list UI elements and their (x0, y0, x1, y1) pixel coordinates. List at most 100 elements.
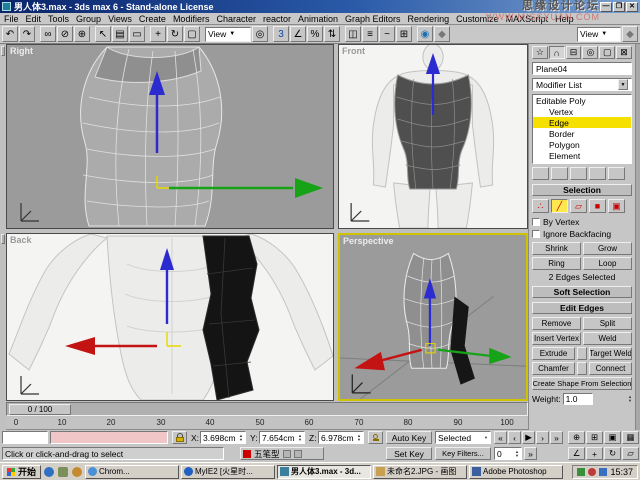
taskbar-task-chrome[interactable]: Chrom... (85, 465, 179, 479)
stack-item-element[interactable]: Element (533, 150, 631, 161)
quick-launch-media-icon[interactable] (71, 466, 83, 478)
ime-toolbar[interactable]: 五笔型 (240, 447, 324, 460)
menu-customize[interactable]: Customize (456, 14, 499, 24)
z-spinner[interactable]: ▲▼ (357, 434, 361, 442)
track-bar[interactable]: 0 10 20 30 40 50 60 70 80 90 100 (6, 417, 528, 430)
split-button[interactable]: Split (583, 317, 632, 330)
ring-button[interactable]: Ring (532, 257, 581, 270)
panel-scrollbar[interactable] (635, 44, 640, 430)
connect-button[interactable]: Connect (589, 362, 632, 375)
weight-field[interactable]: 1.0 (563, 393, 593, 405)
material-editor-icon[interactable]: ◉ (417, 26, 433, 42)
menu-modifiers[interactable]: Modifiers (173, 14, 210, 24)
viewport-front-label[interactable]: Front (342, 46, 365, 56)
selection-set-dropdown[interactable]: Selected ▼ (435, 431, 491, 444)
taskbar-clock[interactable]: 15:37 (610, 467, 633, 477)
viewport-back-label[interactable]: Back (10, 235, 32, 245)
element-subobject-icon[interactable]: ▣ (608, 199, 625, 213)
toolbar-handle[interactable] (1, 234, 5, 244)
remove-modifier-icon[interactable] (589, 167, 606, 180)
tab-display-icon[interactable]: ▢ (599, 46, 615, 59)
spinner-snap-icon[interactable]: ⇅ (324, 26, 340, 42)
chamfer-settings-icon[interactable] (577, 362, 587, 375)
zoom-extents-all-icon[interactable]: ▦ (622, 431, 639, 444)
show-end-result-icon[interactable] (551, 167, 568, 180)
tray-antivirus-icon[interactable] (577, 468, 585, 476)
selection-rollout-header[interactable]: Selection (532, 184, 632, 196)
pan-icon[interactable]: + (586, 447, 603, 460)
zoom-all-icon[interactable]: ⊞ (586, 431, 603, 444)
bind-to-space-warp-icon[interactable]: ⊕ (74, 26, 90, 42)
current-frame-field[interactable]: 0 ▲▼ (494, 447, 522, 460)
vertex-subobject-icon[interactable]: ∴ (532, 199, 549, 213)
minimize-button[interactable]: — (600, 2, 612, 12)
maxscript-mini-listener-pink[interactable] (50, 431, 168, 444)
soft-selection-rollout-header[interactable]: Soft Selection (532, 286, 632, 298)
shrink-button[interactable]: Shrink (532, 242, 581, 255)
taskbar-task-3dsmax[interactable]: 男人体3.max - 3d... (277, 465, 371, 479)
play-button[interactable]: ▶ (522, 431, 535, 444)
extrude-settings-icon[interactable] (577, 347, 587, 360)
taskbar-task-paint[interactable]: 未命名2.JPG - 画图 (373, 465, 467, 479)
stack-item-editable-poly[interactable]: Editable Poly (533, 95, 631, 106)
key-mode-toggle[interactable] (368, 431, 383, 444)
back-view-canvas[interactable] (7, 234, 333, 400)
configure-modifier-sets-icon[interactable] (608, 167, 625, 180)
ignore-backfacing-checkbox[interactable] (532, 230, 540, 238)
stack-item-edge[interactable]: Edge (533, 117, 631, 128)
taskbar-task-myie2[interactable]: MyIE2 [火星时... (181, 465, 275, 479)
menu-edit[interactable]: Edit (26, 14, 42, 24)
right-view-canvas[interactable] (7, 45, 333, 228)
next-frame-button[interactable]: › (536, 431, 549, 444)
quick-launch-browser-icon[interactable] (43, 466, 55, 478)
unlink-icon[interactable]: ⊘ (57, 26, 73, 42)
reference-coordinate-dropdown[interactable]: View ▼ (205, 27, 251, 42)
maxscript-mini-listener-white[interactable] (2, 431, 48, 444)
select-by-name-icon[interactable]: ▤ (112, 26, 128, 42)
viewport-back[interactable]: Back (6, 233, 334, 401)
x-coordinate-field[interactable]: 3.698cm ▲▼ (200, 431, 246, 444)
redo-icon[interactable]: ↷ (19, 26, 35, 42)
y-coordinate-field[interactable]: 7.654cm ▲▼ (259, 431, 305, 444)
auto-key-button[interactable]: Auto Key (386, 431, 432, 444)
modifier-list-dropdown[interactable]: Modifier List ▼ (532, 78, 632, 91)
set-key-button[interactable]: Set Key (386, 447, 432, 460)
y-spinner[interactable]: ▲▼ (298, 434, 302, 442)
maximize-button[interactable]: ❐ (613, 2, 625, 12)
tab-hierarchy-icon[interactable]: ⊟ (566, 46, 582, 59)
tab-utilities-icon[interactable]: ⊠ (616, 46, 632, 59)
selection-lock-toggle[interactable] (172, 431, 187, 444)
undo-icon[interactable]: ↶ (2, 26, 18, 42)
go-to-start-button[interactable]: « (494, 431, 507, 444)
stack-item-polygon[interactable]: Polygon (533, 139, 631, 150)
viewport-right-label[interactable]: Right (10, 46, 33, 56)
snap-toggle-icon[interactable]: 3 (273, 26, 289, 42)
weld-button[interactable]: Weld (583, 332, 632, 345)
viewport-front[interactable]: Front (338, 44, 528, 229)
toolbar-handle[interactable] (1, 46, 5, 56)
menu-graph-editors[interactable]: Graph Editors (345, 14, 401, 24)
grow-button[interactable]: Grow (583, 242, 632, 255)
viewport-perspective-label[interactable]: Perspective (343, 236, 394, 246)
x-spinner[interactable]: ▲▼ (239, 434, 243, 442)
min-max-toggle-icon[interactable]: ▱ (622, 447, 639, 460)
arc-rotate-icon[interactable]: ↻ (604, 447, 621, 460)
taskbar-task-photoshop[interactable]: Adobe Photoshop (469, 465, 563, 479)
menu-animation[interactable]: Animation (298, 14, 338, 24)
weight-spinner[interactable]: ▲▼ (628, 395, 632, 403)
mirror-icon[interactable]: ◫ (345, 26, 361, 42)
previous-frame-button[interactable]: ‹ (508, 431, 521, 444)
object-name-field[interactable]: Plane04 (532, 62, 632, 75)
select-and-rotate-icon[interactable]: ↻ (167, 26, 183, 42)
render-type-dropdown[interactable]: View ▼ (577, 27, 621, 42)
ime-settings-icon[interactable] (294, 450, 302, 458)
time-slider-track[interactable]: 0 / 100 (6, 402, 528, 416)
go-to-end-button[interactable]: » (550, 431, 563, 444)
edit-edges-rollout-header[interactable]: Edit Edges (532, 302, 632, 314)
quick-render-icon[interactable]: ◆ (622, 26, 638, 42)
tab-motion-icon[interactable]: ◎ (582, 46, 598, 59)
tab-create-icon[interactable]: ☆ (532, 46, 548, 59)
viewport-perspective[interactable]: Perspective (338, 233, 528, 401)
tray-ime-icon[interactable] (588, 468, 596, 476)
align-icon[interactable]: ≡ (362, 26, 378, 42)
